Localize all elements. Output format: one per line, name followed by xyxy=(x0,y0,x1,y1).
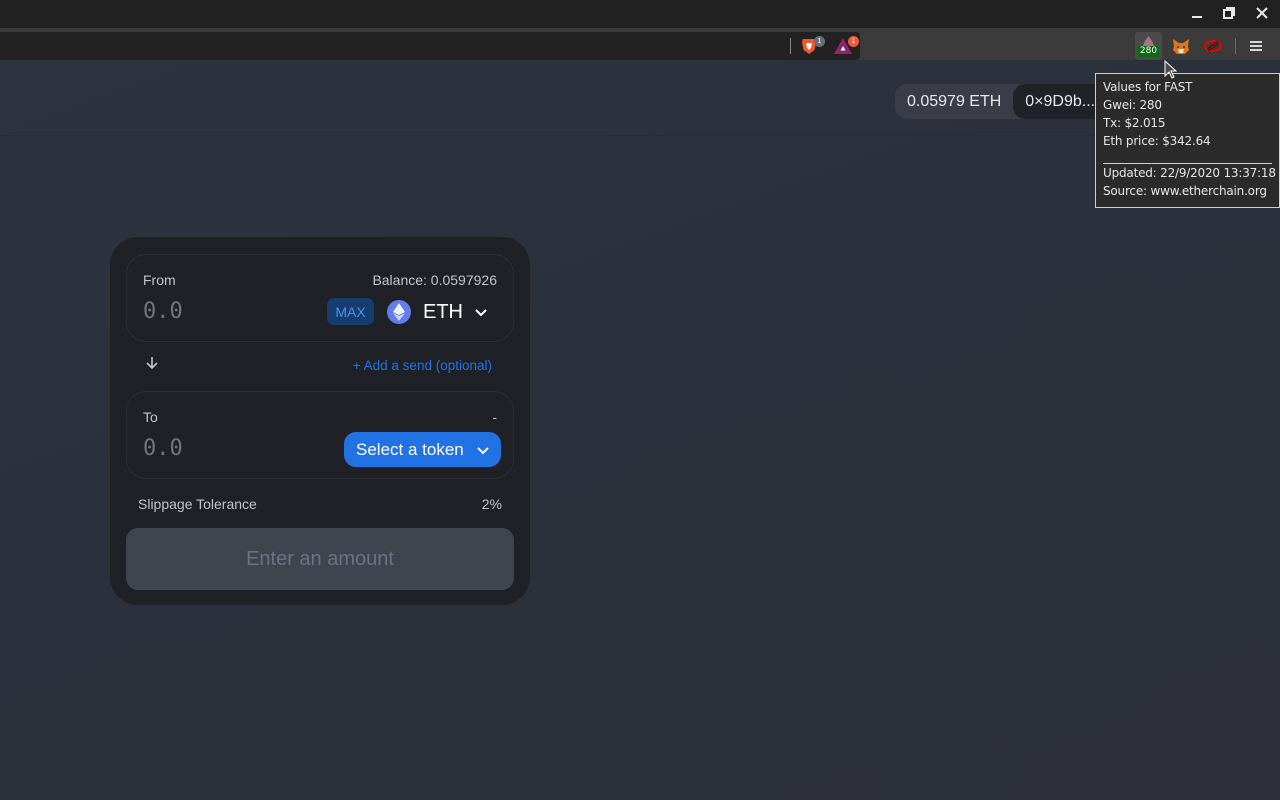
to-balance: - xyxy=(492,409,497,425)
close-icon xyxy=(1256,7,1268,19)
tooltip-title: Values for FAST xyxy=(1103,80,1193,94)
slippage-label: Slippage Tolerance xyxy=(138,496,257,512)
window-titlebar xyxy=(0,0,1280,28)
select-token-label: Select a token xyxy=(356,439,464,459)
eth-logo-icon xyxy=(387,300,411,324)
from-amount-input[interactable] xyxy=(143,299,293,324)
bat-rewards-badge: 1 xyxy=(848,36,859,47)
account-balance: 0.05979 ETH xyxy=(907,92,1002,110)
to-panel: To - Select a token xyxy=(126,391,514,479)
minimize-button[interactable] xyxy=(1181,0,1213,26)
chevron-down-icon xyxy=(475,309,487,317)
from-label: From xyxy=(143,272,176,288)
from-token-symbol: ETH xyxy=(423,300,463,323)
to-label: To xyxy=(143,409,158,425)
brave-shield-badge: 1 xyxy=(814,36,825,47)
add-send-link[interactable]: + Add a send (optional) xyxy=(353,358,492,373)
mouse-cursor-icon xyxy=(1164,60,1178,79)
swap-card: From Balance: 0.0597926 MAX ETH + Add a … xyxy=(110,237,530,605)
select-token-button[interactable]: Select a token xyxy=(344,432,501,467)
browser-toolbar: 1 1 280 xyxy=(0,32,1280,60)
gas-flame-icon xyxy=(1143,36,1154,46)
slippage-value: 2% xyxy=(481,496,502,512)
minimize-icon xyxy=(1192,16,1202,18)
max-button[interactable]: MAX xyxy=(327,298,374,325)
gas-price-tooltip: Values for FAST Gwei: 280 Tx: $2.015 Eth… xyxy=(1095,73,1280,208)
from-balance: Balance: 0.0597926 xyxy=(372,272,497,288)
toolbar-divider xyxy=(1235,38,1236,54)
menu-icon[interactable] xyxy=(1250,39,1264,53)
zk-extension-icon[interactable] xyxy=(1204,39,1222,53)
from-token-selector[interactable]: ETH xyxy=(387,295,487,329)
address-bar-divider xyxy=(790,38,791,54)
from-balance-text: Balance: 0.0597926 xyxy=(372,272,497,288)
enter-amount-button[interactable]: Enter an amount xyxy=(126,528,514,590)
chevron-down-icon xyxy=(477,446,489,454)
restore-icon xyxy=(1223,7,1235,19)
from-panel: From Balance: 0.0597926 MAX ETH xyxy=(126,254,514,342)
close-button[interactable] xyxy=(1246,0,1278,26)
to-amount-input[interactable] xyxy=(143,436,293,461)
tooltip-gwei: Gwei: 280 xyxy=(1103,98,1162,112)
tooltip-updated: Updated: 22/9/2020 13:37:18 xyxy=(1103,166,1276,180)
tooltip-divider: ______________________________ xyxy=(1103,150,1272,164)
restore-button[interactable] xyxy=(1213,0,1245,26)
arrow-down-icon[interactable] xyxy=(146,356,158,370)
tooltip-eth-price: Eth price: $342.64 xyxy=(1103,134,1211,148)
gas-price-extension-button[interactable]: 280 xyxy=(1135,32,1162,60)
metamask-fox-icon[interactable] xyxy=(1172,38,1190,55)
tooltip-source: Source: www.etherchain.org xyxy=(1103,184,1267,198)
address-bar[interactable]: 1 1 xyxy=(0,32,860,60)
gas-price-badge: 280 xyxy=(1138,46,1159,57)
tooltip-tx-cost: Tx: $2.015 xyxy=(1103,116,1166,130)
app-header: 0.05979 ETH 0×9D9b... xyxy=(0,60,1280,136)
